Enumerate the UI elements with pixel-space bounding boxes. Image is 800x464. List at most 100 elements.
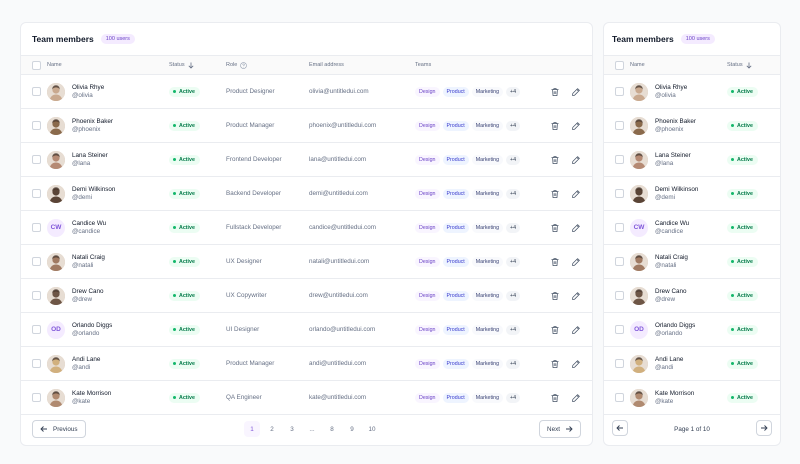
arrow-down-icon: [188, 62, 194, 69]
user-handle: @lana: [72, 159, 91, 167]
team-members-mobile-card: Team members 100 users Name Status Olivi…: [603, 22, 781, 446]
mobile-user-text: Phoenix Baker @phoenix: [655, 118, 696, 134]
edit-pencil-icon: [571, 155, 581, 165]
status-dot-icon: [731, 362, 734, 365]
row-checkbox[interactable]: [32, 245, 41, 278]
team-tag-product: Product: [442, 392, 469, 403]
mobile-column-header-status[interactable]: Status: [727, 56, 752, 74]
edit-button[interactable]: [571, 109, 581, 142]
mobile-row-checkbox[interactable]: [615, 347, 624, 380]
page-number-button[interactable]: 2: [264, 421, 280, 437]
mobile-row-checkbox[interactable]: [615, 75, 624, 108]
mobile-user-text: Demi Wilkinson @demi: [655, 186, 698, 202]
mobile-column-header-name[interactable]: Name: [630, 56, 645, 74]
mobile-avatar: CW: [630, 218, 648, 237]
delete-button[interactable]: [550, 381, 560, 414]
checkbox-box: [32, 155, 41, 164]
mobile-select-all-checkbox[interactable]: [615, 56, 624, 74]
edit-pencil-icon: [571, 257, 581, 267]
row-checkbox[interactable]: [32, 143, 41, 176]
status-badge: Active: [169, 120, 200, 131]
status-dot-icon: [173, 158, 176, 161]
delete-button[interactable]: [550, 177, 560, 210]
page-number-button[interactable]: 3: [284, 421, 300, 437]
delete-button[interactable]: [550, 279, 560, 312]
delete-button[interactable]: [550, 75, 560, 108]
user-handle: @phoenix: [72, 125, 101, 133]
edit-button[interactable]: [571, 75, 581, 108]
avatar: [47, 150, 65, 169]
delete-button[interactable]: [550, 313, 560, 346]
avatar: [47, 82, 65, 101]
mobile-row-checkbox[interactable]: [615, 313, 624, 346]
delete-button[interactable]: [550, 143, 560, 176]
mobile-row-checkbox[interactable]: [615, 109, 624, 142]
select-all-checkbox[interactable]: [32, 56, 41, 74]
checkbox-box: [32, 325, 41, 334]
teams-cell: Design Product Marketing +4: [415, 313, 523, 346]
role-cell: Product Manager: [226, 122, 275, 129]
edit-button[interactable]: [571, 177, 581, 210]
column-header-name[interactable]: Name: [47, 56, 62, 74]
delete-button[interactable]: [550, 245, 560, 278]
team-tag-more: +4: [506, 154, 521, 165]
delete-button[interactable]: [550, 347, 560, 380]
previous-button[interactable]: Previous: [32, 420, 86, 438]
team-tag-more: +4: [506, 188, 521, 199]
mobile-user-name: Kate Morrison: [655, 389, 695, 397]
mobile-row-checkbox[interactable]: [615, 211, 624, 244]
page-number-button[interactable]: 1: [244, 421, 260, 437]
status-dot-icon: [731, 226, 734, 229]
email-cell: olivia@untitledui.com: [309, 88, 369, 95]
mobile-row-checkbox[interactable]: [615, 143, 624, 176]
edit-button[interactable]: [571, 211, 581, 244]
mobile-next-button[interactable]: [756, 420, 772, 436]
row-checkbox[interactable]: [32, 75, 41, 108]
column-header-status[interactable]: Status: [169, 56, 194, 74]
edit-button[interactable]: [571, 245, 581, 278]
mobile-row-checkbox[interactable]: [615, 279, 624, 312]
edit-button[interactable]: [571, 347, 581, 380]
table-row: Lana Steiner @lana Active Frontend Develope…: [21, 143, 592, 177]
mobile-status-badge: Active: [727, 256, 758, 267]
mobile-user-text: Olivia Rhye @olivia: [655, 84, 687, 100]
row-checkbox[interactable]: [32, 313, 41, 346]
help-circle-icon[interactable]: [240, 61, 248, 69]
status-cell: Active: [169, 143, 200, 176]
page-number-button[interactable]: 9: [344, 421, 360, 437]
team-tag-design: Design: [415, 222, 440, 233]
team-tag-product: Product: [442, 188, 469, 199]
user-cell: OD Orlando Diggs @orlando: [47, 313, 112, 346]
team-tag-marketing: Marketing: [471, 154, 504, 165]
user-handle: @orlando: [72, 329, 100, 337]
row-checkbox[interactable]: [32, 177, 41, 210]
mobile-row-checkbox[interactable]: [615, 177, 624, 210]
row-checkbox[interactable]: [32, 109, 41, 142]
mobile-table-body: Olivia Rhye @olivia Active Phoenix Baker @ph…: [604, 75, 780, 415]
delete-button[interactable]: [550, 109, 560, 142]
row-checkbox[interactable]: [32, 347, 41, 380]
mobile-avatar: [630, 354, 648, 373]
user-text: Candice Wu @candice: [72, 220, 106, 236]
edit-button[interactable]: [571, 313, 581, 346]
page-number-button[interactable]: 8: [324, 421, 340, 437]
edit-button[interactable]: [571, 381, 581, 414]
row-checkbox[interactable]: [32, 279, 41, 312]
row-checkbox[interactable]: [32, 211, 41, 244]
edit-button[interactable]: [571, 143, 581, 176]
mobile-avatar: [630, 286, 648, 305]
edit-button[interactable]: [571, 279, 581, 312]
page-number-button[interactable]: 10: [364, 421, 380, 437]
delete-button[interactable]: [550, 211, 560, 244]
mobile-row-checkbox[interactable]: [615, 245, 624, 278]
mobile-user-text: Drew Cano @drew: [655, 288, 687, 304]
team-tag-product: Product: [442, 358, 469, 369]
team-tag-design: Design: [415, 324, 440, 335]
next-button[interactable]: Next: [539, 420, 581, 438]
mobile-avatar: [630, 184, 648, 203]
mobile-user-cell: Phoenix Baker @phoenix: [630, 109, 696, 142]
mobile-status-cell: Active: [727, 143, 758, 176]
trash-icon: [550, 325, 560, 335]
row-checkbox[interactable]: [32, 381, 41, 414]
mobile-row-checkbox[interactable]: [615, 381, 624, 414]
